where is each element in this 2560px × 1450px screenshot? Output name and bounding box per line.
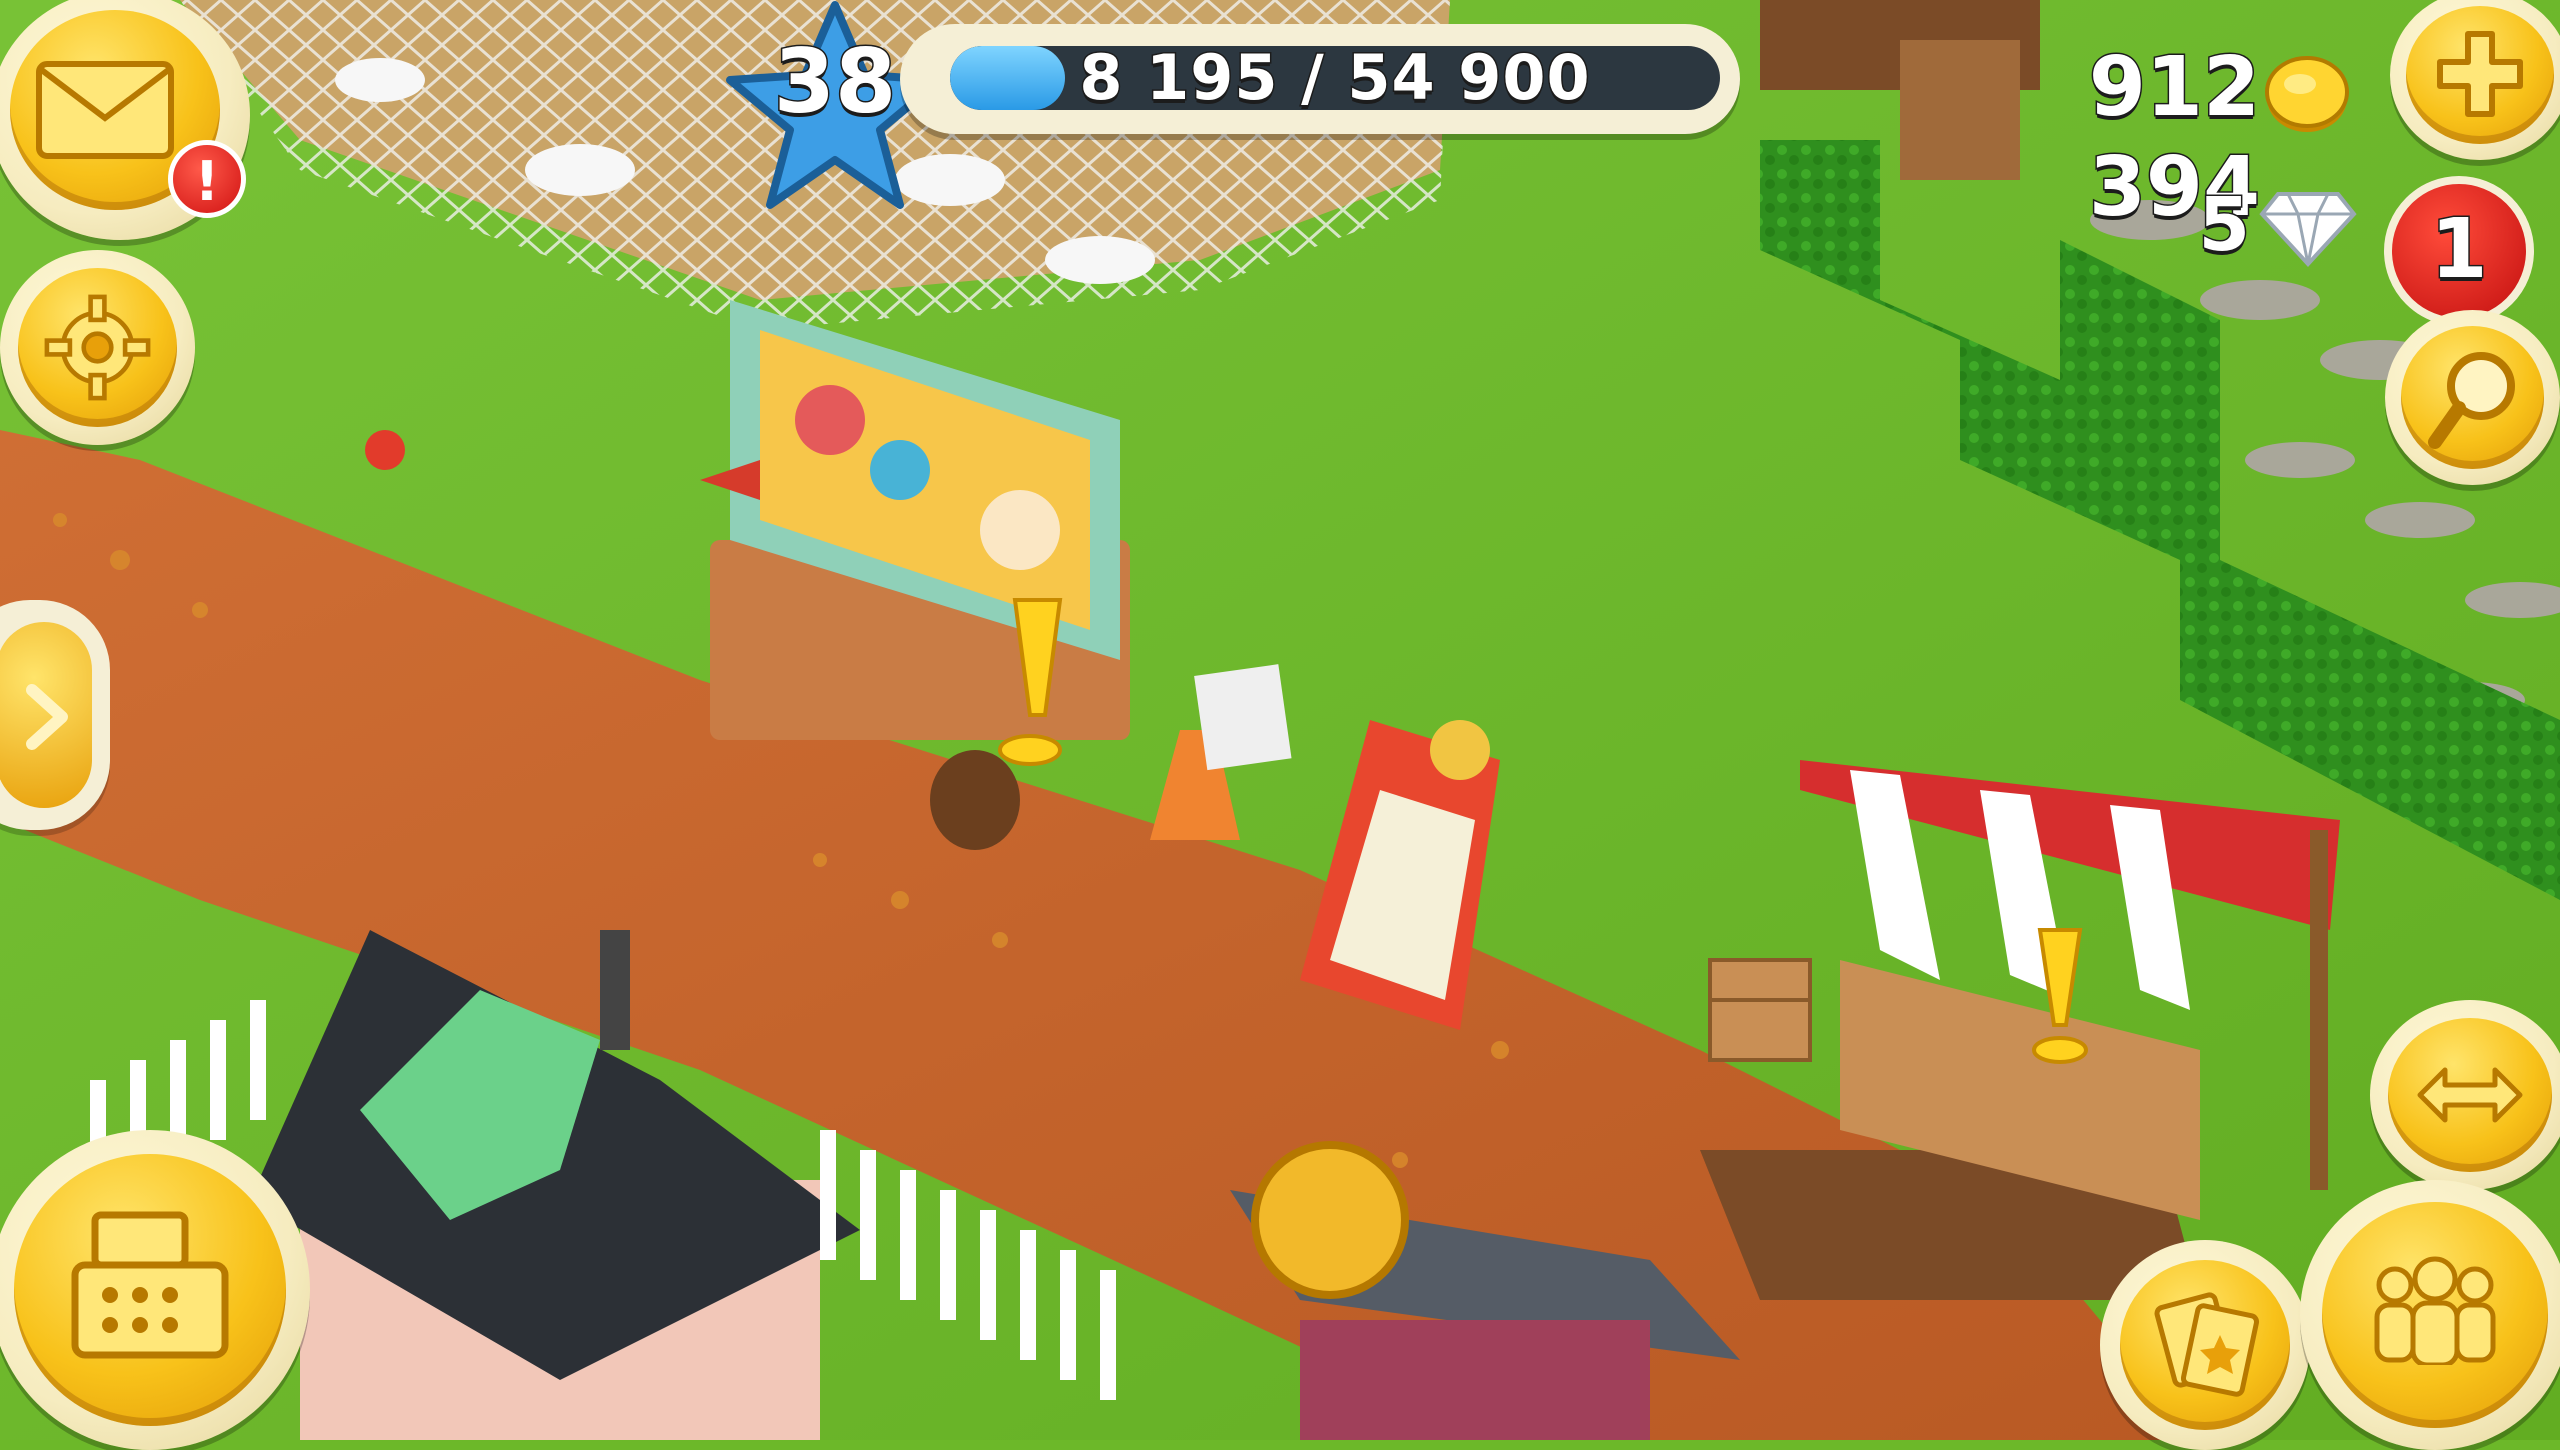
friends-button[interactable]: [2300, 1180, 2560, 1450]
cards-icon: [2154, 1292, 2260, 1397]
diamond-icon: [2259, 192, 2357, 267]
map-icon: [2417, 1067, 2523, 1123]
settings-button[interactable]: [0, 250, 195, 445]
expand-tab[interactable]: [0, 600, 110, 830]
mushroom: [365, 430, 405, 470]
xp-track: 8 195 / 54 900: [950, 46, 1720, 110]
gems-count: 5: [2197, 181, 2252, 270]
chevron-right-icon: [26, 684, 68, 750]
notification-badge[interactable]: 1: [2384, 176, 2534, 326]
newspaper[interactable]: [1194, 664, 1292, 771]
search-button[interactable]: [2385, 310, 2560, 485]
cash-register-icon: [71, 1211, 229, 1359]
map-button[interactable]: [2370, 1000, 2560, 1190]
magnifier-icon: [2428, 352, 2515, 449]
coin-icon: [2265, 56, 2349, 132]
xp-bar: 8 195 / 54 900: [900, 24, 1740, 134]
gear-icon: [44, 294, 151, 401]
friends-icon: [2374, 1256, 2496, 1365]
level-number: 38: [772, 30, 897, 133]
shop-button[interactable]: [0, 1130, 310, 1450]
plus-icon: [2437, 31, 2523, 117]
mail-alert-badge: !: [168, 140, 246, 218]
treasure-pot[interactable]: [930, 750, 1020, 850]
cards-button[interactable]: [2100, 1240, 2310, 1450]
envelope-icon: [36, 61, 174, 159]
xp-label: 8 195 / 54 900: [1078, 46, 1591, 110]
crates: [1708, 958, 1812, 1062]
